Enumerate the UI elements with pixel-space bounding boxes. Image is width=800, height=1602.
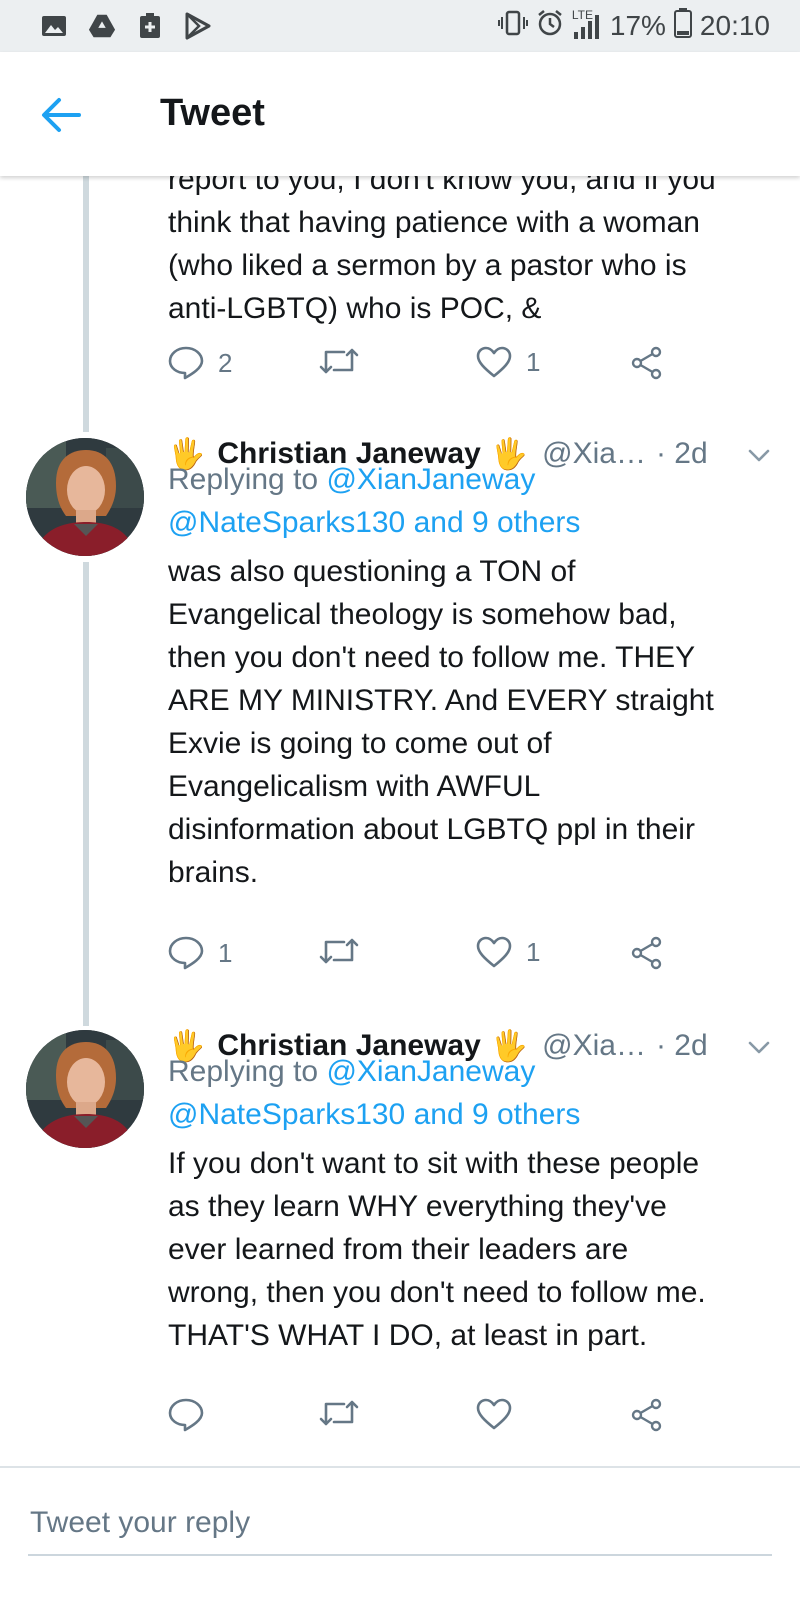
mention-link[interactable]: @XianJaneway [326, 1055, 535, 1088]
avatar[interactable] [26, 1030, 144, 1148]
share-button[interactable] [630, 1398, 664, 1432]
tweet-text-line: Evangelical theology is somehow bad, [168, 598, 677, 631]
retweet-icon [319, 348, 359, 374]
tweet-actions: 1 1 [168, 936, 728, 986]
battery-percent: 17% [609, 10, 666, 41]
tweet-text: was also questioning a TON of Evangelica… [168, 550, 778, 894]
reply-icon [168, 1398, 204, 1432]
reply-count: 1 [218, 937, 233, 968]
tweet-text-line: ever learned from their leaders are [168, 1233, 629, 1266]
like-button[interactable]: 1 [476, 346, 540, 378]
thread-line [83, 176, 89, 432]
replying-to: Replying to @XianJaneway @NateSparks130 … [168, 1050, 778, 1136]
tweet-text-line: (who liked a sermon by a pastor who is [168, 249, 687, 282]
reply-icon [168, 936, 204, 970]
tweet-text-line: brains. [168, 856, 259, 889]
profile-photo [26, 438, 144, 556]
like-count: 1 [526, 936, 541, 967]
clock: 20:10 [699, 10, 770, 41]
tweet-text: If you don't want to sit with these peop… [168, 1142, 778, 1357]
tweet-text-line: THAT'S WHAT I DO, at least in part. [168, 1319, 648, 1352]
clipboard-icon [136, 12, 164, 40]
profile-photo [26, 1030, 144, 1148]
tweet-text-line: as they learn WHY everything they've [168, 1190, 667, 1223]
avatar[interactable] [26, 438, 144, 556]
tweet-text-line: Evangelicalism with AWFUL [168, 770, 541, 803]
tweet-text-line: Exvie is going to come out of [168, 727, 552, 760]
tweet-text-line: think that having patience with a woman [168, 206, 700, 239]
heart-icon [476, 936, 512, 968]
retweet-icon [319, 938, 359, 964]
reply-button[interactable] [168, 1398, 218, 1432]
image-icon [40, 12, 68, 40]
heart-icon [476, 346, 512, 378]
signal-icon: LTE [572, 8, 602, 40]
retweet-icon [319, 1400, 359, 1426]
tweet-text-line: If you don't want to sit with these peop… [168, 1147, 700, 1180]
tweet-text-line: wrong, then you don't need to follow me. [168, 1276, 706, 1309]
tweet-actions: 2 1 [168, 346, 728, 396]
status-bar: LTE 17% 20:10 [0, 0, 800, 52]
back-button[interactable] [38, 92, 84, 138]
retweet-button[interactable] [318, 346, 360, 376]
play-store-icon [184, 12, 212, 40]
like-button[interactable] [476, 1398, 526, 1430]
reply-input[interactable] [28, 1492, 772, 1556]
retweet-button[interactable] [318, 1398, 360, 1428]
vibrate-icon [497, 9, 528, 44]
tweet-text-line: report to you, I don't know you, and if … [168, 176, 716, 196]
retweet-button[interactable] [318, 936, 360, 966]
reply-composer [0, 1466, 800, 1602]
tweet-text-line: was also questioning a TON of [168, 555, 576, 588]
arrow-left-icon [42, 98, 81, 132]
drive-icon [88, 12, 116, 40]
heart-icon [476, 1398, 512, 1430]
like-count: 1 [526, 346, 541, 377]
share-icon [631, 1398, 662, 1432]
replying-to: Replying to @XianJaneway @NateSparks130 … [168, 458, 778, 544]
mention-link[interactable]: @NateSparks130 and 9 others [168, 1098, 580, 1131]
share-icon [631, 346, 662, 380]
reply-count: 2 [218, 347, 233, 378]
tweet-thread[interactable]: report to you, I don't know you, and if … [0, 176, 800, 1496]
tweet-text-line: disinformation about LGBTQ ppl in their [168, 813, 695, 846]
reply-button[interactable]: 1 [168, 936, 232, 970]
page-title: Tweet [160, 92, 265, 134]
like-button[interactable]: 1 [476, 936, 540, 968]
tweet[interactable]: 🖐 Christian Janeway 🖐 @Xia… · 2d Replyin… [0, 432, 800, 1022]
replying-to-label: Replying to [168, 463, 327, 496]
network-type: LTE [571, 8, 593, 22]
tweet-text-line: anti-LGBTQ) who is POC, & [168, 292, 542, 325]
share-icon [631, 936, 662, 970]
tweet-text-line: then you don't need to follow me. THEY [168, 641, 696, 674]
reply-icon [168, 346, 204, 380]
replying-to-label: Replying to [168, 1055, 327, 1088]
reply-button[interactable]: 2 [168, 346, 232, 380]
mention-link[interactable]: @XianJaneway [326, 463, 535, 496]
app-bar: Tweet [0, 52, 800, 176]
tweet-text-line: ARE MY MINISTRY. And EVERY straight [168, 684, 714, 717]
battery-icon [673, 7, 692, 45]
alarm-icon [536, 9, 564, 44]
tweet-text-partial: report to you, I don't know you, and if … [168, 176, 778, 330]
mention-link[interactable]: @NateSparks130 and 9 others [168, 506, 580, 539]
share-button[interactable] [630, 346, 664, 380]
tweet-actions [168, 1398, 728, 1448]
share-button[interactable] [630, 936, 664, 970]
